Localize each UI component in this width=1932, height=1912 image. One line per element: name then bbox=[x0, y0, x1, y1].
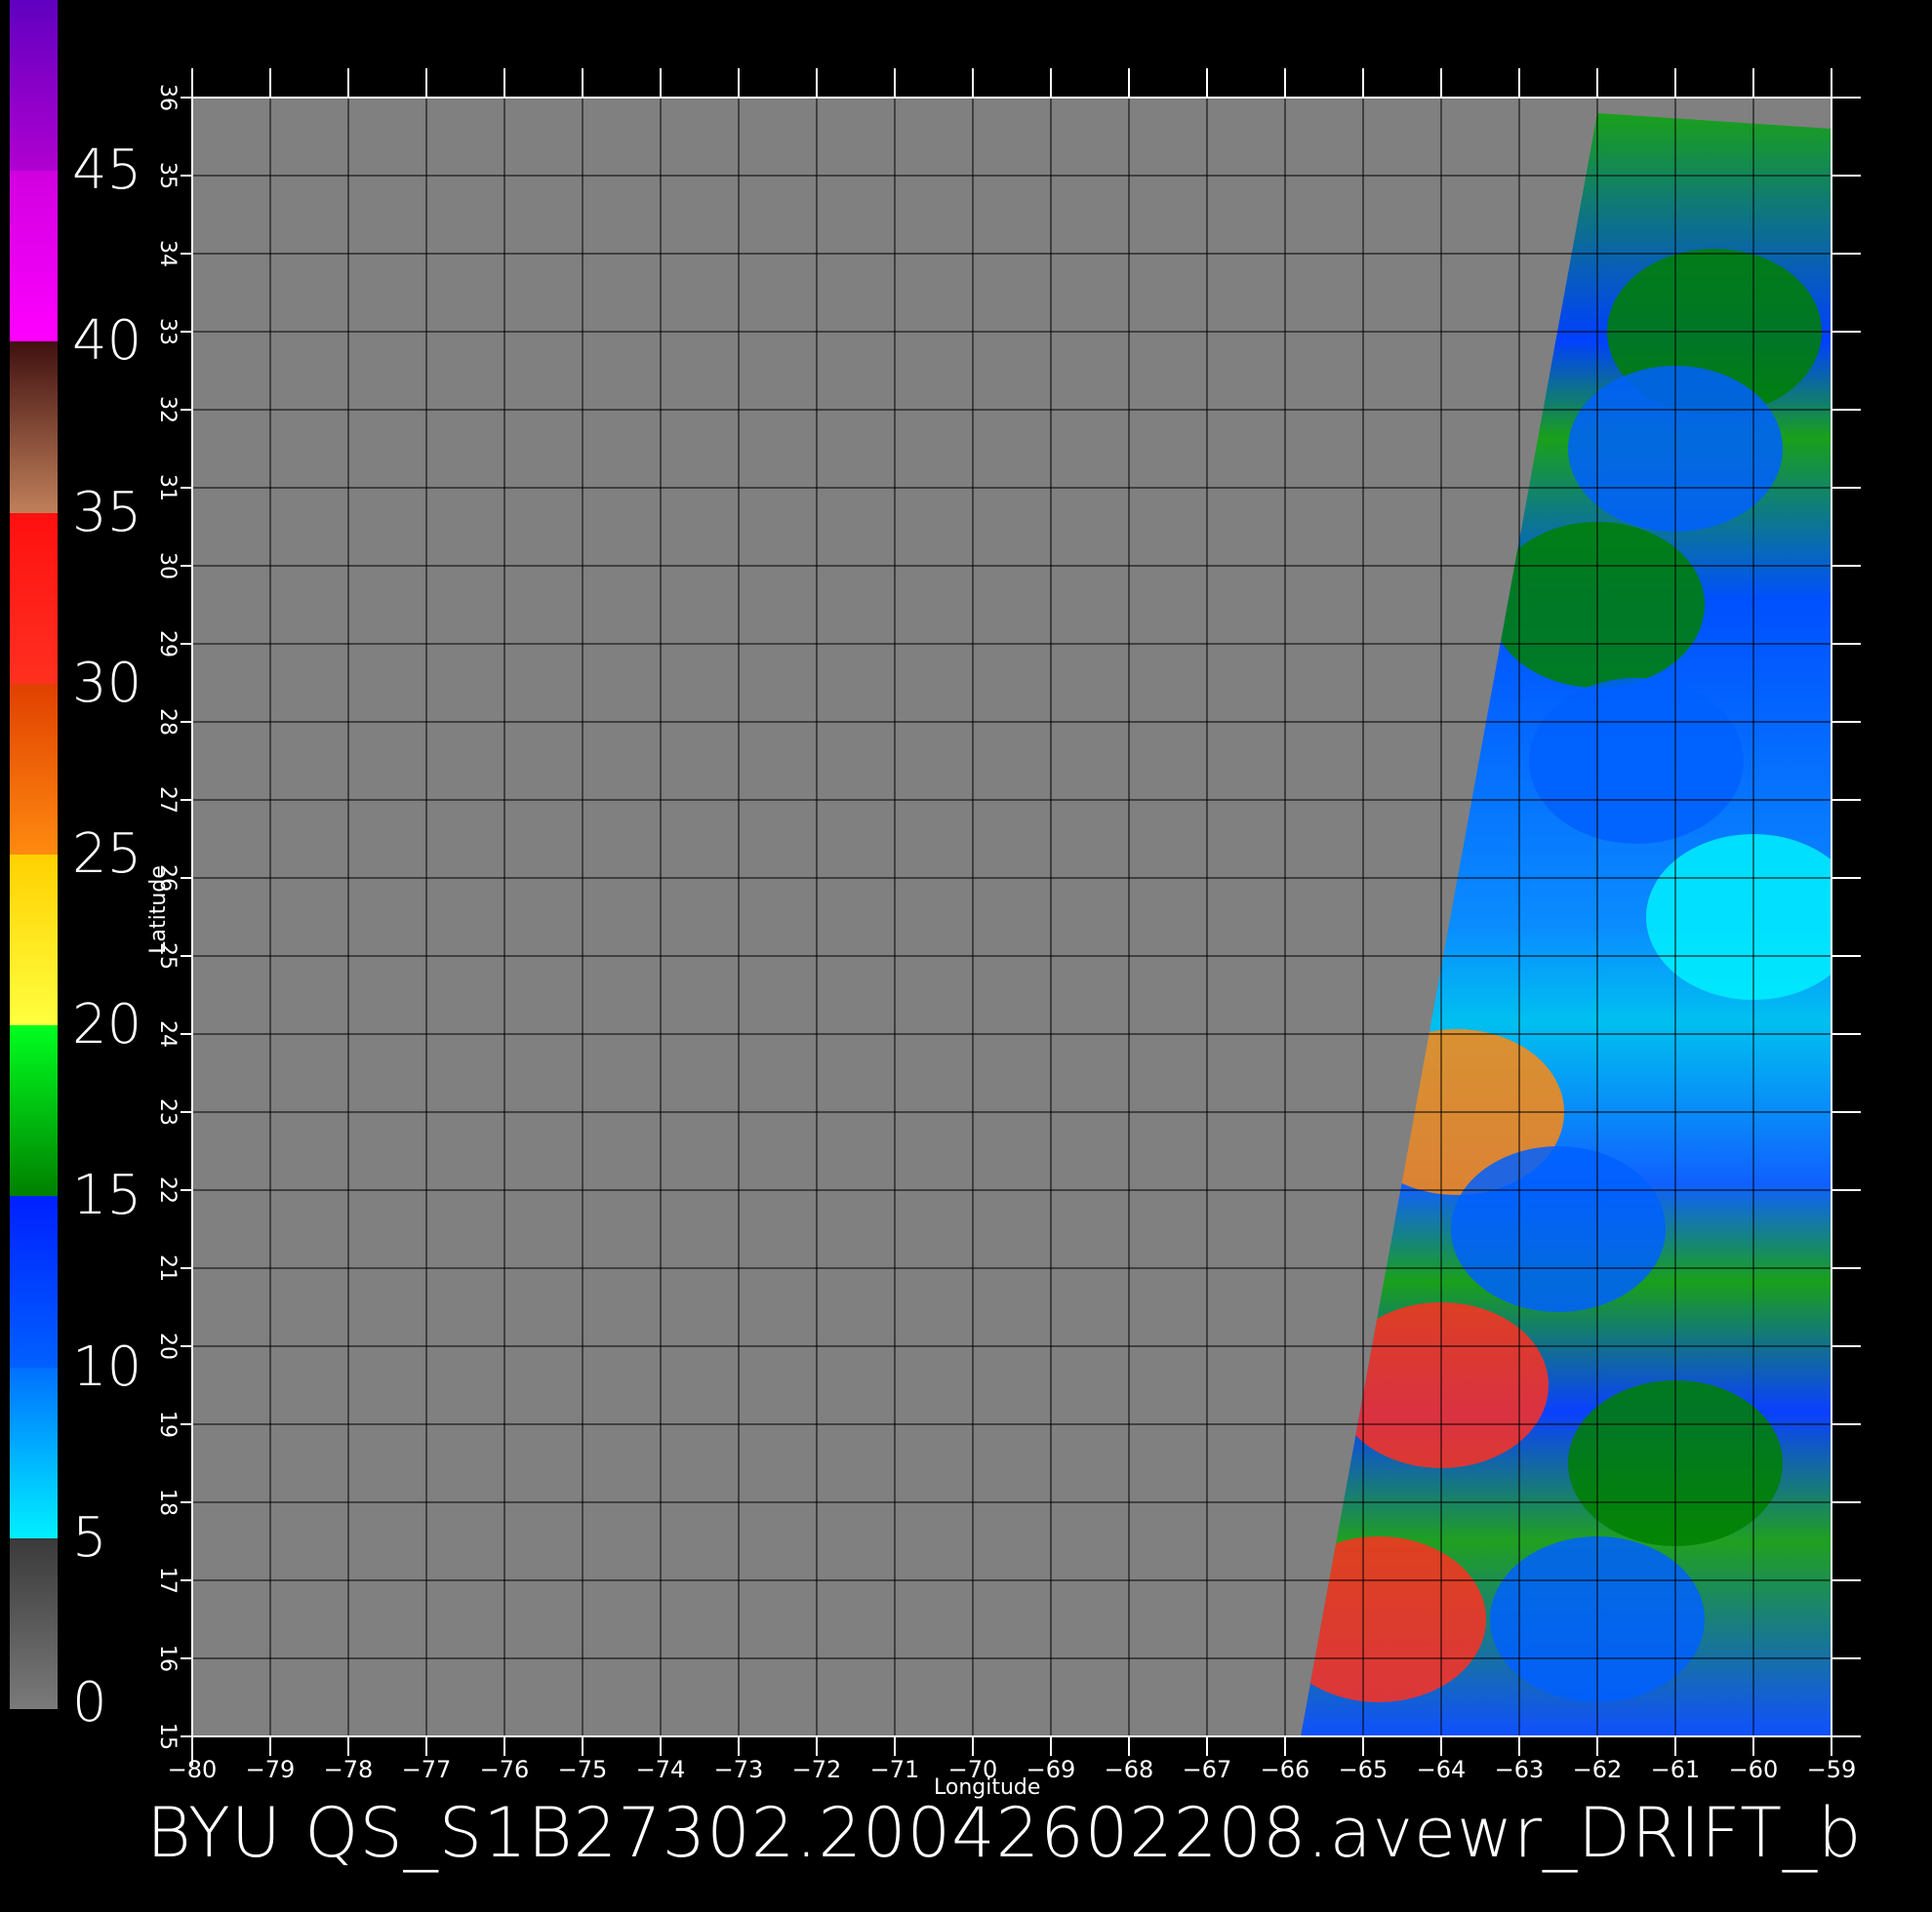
x-tick-label: −74 bbox=[636, 1756, 686, 1783]
y-tick-label: 17 bbox=[155, 1567, 180, 1594]
x-tick-label: −78 bbox=[324, 1756, 374, 1783]
colorbar-segment bbox=[10, 171, 58, 342]
y-tick-label: 35 bbox=[155, 162, 180, 189]
x-tick-label: −67 bbox=[1183, 1756, 1232, 1783]
image-caption: BYU QS_S1B27302.20042602208.avewr_DRIFT_… bbox=[146, 1793, 1863, 1873]
y-tick-label: 33 bbox=[155, 318, 180, 345]
wind-speed-map: −80 −79 −78 −77 −76 −75 −74 −73 −72 −71 −70 −69 −68−… bbox=[155, 68, 1861, 1783]
wind-patch bbox=[1529, 678, 1744, 844]
colorbar-segment bbox=[10, 1025, 58, 1197]
colorbar-segment bbox=[10, 341, 58, 513]
colorbar-label: 45 bbox=[72, 139, 142, 203]
colorbar-label: 30 bbox=[72, 651, 142, 715]
y-tick-label: 18 bbox=[155, 1489, 180, 1516]
y-tick-label: 36 bbox=[155, 84, 180, 111]
y-tick-label: 34 bbox=[155, 240, 180, 267]
wind-patch bbox=[1451, 1146, 1666, 1312]
colorbar-segment bbox=[10, 683, 58, 855]
x-tick-label: −61 bbox=[1651, 1756, 1701, 1783]
y-tick-label: 30 bbox=[155, 552, 180, 579]
x-tick-label: −77 bbox=[402, 1756, 452, 1783]
colorbar-segment bbox=[10, 1537, 58, 1709]
y-tick-label: 32 bbox=[155, 396, 180, 423]
x-tick-label: −65 bbox=[1339, 1756, 1389, 1783]
colorbar-label: 15 bbox=[72, 1164, 142, 1228]
y-axis-label: Latitude bbox=[145, 865, 171, 954]
x-tick-label: −72 bbox=[792, 1756, 842, 1783]
y-tick-label: 31 bbox=[155, 474, 180, 501]
colorbar-label: 0 bbox=[72, 1671, 107, 1734]
x-tick-label: −64 bbox=[1417, 1756, 1467, 1783]
colorbar-segment bbox=[10, 1367, 58, 1538]
colorbar-segment bbox=[10, 1196, 58, 1368]
x-tick-label: −76 bbox=[480, 1756, 530, 1783]
y-tick-label: 23 bbox=[155, 1098, 180, 1126]
colorbar-segment bbox=[10, 855, 58, 1026]
colorbar-label: 35 bbox=[72, 480, 142, 544]
colorbar-label: 40 bbox=[72, 309, 142, 374]
x-tick-label: −63 bbox=[1495, 1756, 1545, 1783]
y-tick-label: 24 bbox=[155, 1020, 180, 1048]
x-tick-label: −66 bbox=[1261, 1756, 1310, 1783]
x-tick-label: −59 bbox=[1807, 1756, 1857, 1783]
x-tick-label: −75 bbox=[558, 1756, 608, 1783]
x-tick-label: −80 bbox=[168, 1756, 218, 1783]
x-tick-label: −68 bbox=[1105, 1756, 1154, 1783]
y-tick-label: 28 bbox=[155, 708, 180, 736]
colorbar-label: 5 bbox=[72, 1505, 107, 1570]
colorbar-label: 10 bbox=[72, 1334, 142, 1399]
y-tick-label: 21 bbox=[155, 1255, 180, 1282]
y-tick-label: 15 bbox=[155, 1723, 180, 1750]
colorbar-label: 20 bbox=[72, 993, 142, 1057]
colorbar-label: 25 bbox=[72, 822, 142, 886]
colorbar-segment bbox=[10, 0, 58, 172]
colorbar-segment bbox=[10, 512, 58, 684]
y-tick-label: 22 bbox=[155, 1176, 180, 1204]
y-tick-label: 29 bbox=[155, 630, 180, 657]
x-tick-label: −60 bbox=[1729, 1756, 1779, 1783]
y-tick-label: 19 bbox=[155, 1411, 180, 1438]
y-tick-label: 16 bbox=[155, 1645, 180, 1672]
y-tick-label: 27 bbox=[155, 786, 180, 814]
x-tick-label: −79 bbox=[246, 1756, 296, 1783]
y-tick-label: 20 bbox=[155, 1333, 180, 1360]
x-tick-label: −62 bbox=[1573, 1756, 1623, 1783]
x-tick-label: −73 bbox=[714, 1756, 764, 1783]
x-tick-label: −71 bbox=[870, 1756, 920, 1783]
